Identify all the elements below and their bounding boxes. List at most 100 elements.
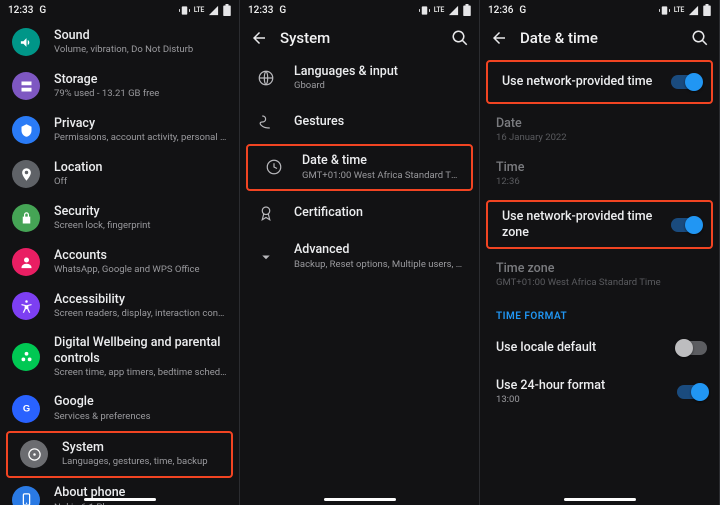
search-button[interactable] <box>691 29 709 47</box>
date-time-pane: 12:36 G LTE Date & time Use network-prov… <box>480 0 720 505</box>
row-sub: Screen lock, fingerprint <box>54 220 227 232</box>
gesture-nav-handle[interactable] <box>564 498 636 502</box>
battery-icon <box>223 4 231 16</box>
settings-row-sound[interactable]: SoundVolume, vibration, Do Not Disturb <box>0 20 239 64</box>
vibrate-icon <box>659 5 670 16</box>
clock-icon <box>260 153 288 181</box>
system-icon <box>20 440 48 468</box>
row-sub: Screen readers, display, interaction con… <box>54 308 227 320</box>
google-indicator: G <box>279 5 286 16</box>
settings-list: SoundVolume, vibration, Do Not Disturb S… <box>0 20 239 505</box>
page-title: System <box>280 29 451 47</box>
row-label: Storage <box>54 72 227 88</box>
back-button[interactable] <box>490 29 508 47</box>
back-button[interactable] <box>250 29 268 47</box>
accounts-icon <box>12 248 40 276</box>
settings-row-system[interactable]: SystemLanguages, gestures, time, backup <box>6 431 233 478</box>
settings-row-storage[interactable]: Storage79% used - 13.21 GB free <box>0 64 239 108</box>
status-clock: 12:36 <box>488 5 513 16</box>
gesture-nav-handle[interactable] <box>324 498 396 502</box>
toggle-use-network-zone[interactable]: Use network-provided time zone <box>486 200 713 249</box>
row-label: Accounts <box>54 248 227 264</box>
row-label: Use locale default <box>496 340 669 356</box>
row-sub: Permissions, account activity, personal … <box>54 132 227 144</box>
switch-24h[interactable] <box>677 385 707 399</box>
system-row-date-time[interactable]: Date & timeGMT+01:00 West Africa Standar… <box>246 144 473 191</box>
status-icons: LTE <box>659 4 711 16</box>
section-time-format: TIME FORMAT <box>480 297 719 326</box>
system-list: Languages & inputGboard Gestures Date & … <box>240 56 479 303</box>
google-icon: G <box>12 395 40 423</box>
row-sub: Off <box>54 176 227 188</box>
status-icons: LTE <box>419 4 471 16</box>
app-bar: Date & time <box>480 20 719 56</box>
location-icon <box>12 160 40 188</box>
sound-icon <box>12 28 40 56</box>
battery-icon <box>703 4 711 16</box>
row-label: Accessibility <box>54 292 227 308</box>
settings-row-digital-wellbeing[interactable]: Digital Wellbeing and parental controlsS… <box>0 328 239 387</box>
settings-row-location[interactable]: LocationOff <box>0 152 239 196</box>
toggle-use-locale-default[interactable]: Use locale default <box>480 326 719 370</box>
row-label: Date <box>496 116 707 132</box>
privacy-icon <box>12 116 40 144</box>
row-time-zone: Time zoneGMT+01:00 West Africa Standard … <box>480 253 719 297</box>
signal-icon <box>688 5 699 16</box>
row-sub: Gboard <box>294 80 467 92</box>
switch-network-zone[interactable] <box>671 218 701 232</box>
row-label: Gestures <box>294 114 467 130</box>
row-label: Use network-provided time zone <box>502 209 663 240</box>
signal-icon <box>208 5 219 16</box>
signal-icon <box>448 5 459 16</box>
row-label: Advanced <box>294 242 467 258</box>
row-sub: WhatsApp, Google and WPS Office <box>54 264 227 276</box>
settings-row-accessibility[interactable]: AccessibilityScreen readers, display, in… <box>0 284 239 328</box>
system-row-certification[interactable]: Certification <box>240 191 479 235</box>
row-sub: Services & preferences <box>54 411 227 423</box>
row-label: Privacy <box>54 116 227 132</box>
switch-locale-default[interactable] <box>677 341 707 355</box>
chevron-down-icon <box>252 243 280 271</box>
battery-icon <box>463 4 471 16</box>
settings-row-google[interactable]: G GoogleServices & preferences <box>0 387 239 431</box>
row-sub: Volume, vibration, Do Not Disturb <box>54 44 227 56</box>
search-button[interactable] <box>451 29 469 47</box>
switch-network-time[interactable] <box>671 75 701 89</box>
system-pane: 12:33 G LTE System Languages & inputGboa… <box>240 0 480 505</box>
storage-icon <box>12 72 40 100</box>
security-icon <box>12 204 40 232</box>
settings-row-security[interactable]: SecurityScreen lock, fingerprint <box>0 196 239 240</box>
system-row-gestures[interactable]: Gestures <box>240 100 479 144</box>
globe-icon <box>252 64 280 92</box>
accessibility-icon <box>12 292 40 320</box>
system-row-languages[interactable]: Languages & inputGboard <box>240 56 479 100</box>
toggle-use-network-time[interactable]: Use network-provided time <box>486 60 713 104</box>
status-icons: LTE <box>179 4 231 16</box>
toggle-use-24h[interactable]: Use 24-hour format13:00 <box>480 370 719 414</box>
row-label: Digital Wellbeing and parental controls <box>54 335 227 366</box>
status-bar: 12:33 G LTE <box>240 0 479 20</box>
row-label: Certification <box>294 205 467 221</box>
row-label: Use 24-hour format <box>496 378 669 394</box>
row-label: Sound <box>54 28 227 44</box>
certification-icon <box>252 199 280 227</box>
row-time: Time12:36 <box>480 152 719 196</box>
row-label: Use network-provided time <box>502 74 663 90</box>
status-clock: 12:33 <box>8 5 33 16</box>
settings-row-accounts[interactable]: AccountsWhatsApp, Google and WPS Office <box>0 240 239 284</box>
row-label: Google <box>54 394 227 410</box>
settings-row-privacy[interactable]: PrivacyPermissions, account activity, pe… <box>0 108 239 152</box>
row-sub: GMT+01:00 West Africa Standard Time <box>302 170 459 182</box>
status-bar: 12:36 G LTE <box>480 0 719 20</box>
row-sub: 16 January 2022 <box>496 132 707 144</box>
row-sub: Screen time, app timers, bedtime schedul… <box>54 367 227 379</box>
row-label: Time <box>496 160 707 176</box>
system-row-advanced[interactable]: AdvancedBackup, Reset options, Multiple … <box>240 235 479 279</box>
row-sub: Backup, Reset options, Multiple users, D… <box>294 259 467 271</box>
about-phone-icon <box>12 486 40 505</box>
gesture-nav-handle[interactable] <box>84 498 156 502</box>
network-type: LTE <box>674 6 684 14</box>
row-label: Languages & input <box>294 64 467 80</box>
row-label: Security <box>54 204 227 220</box>
row-label: System <box>62 440 219 456</box>
